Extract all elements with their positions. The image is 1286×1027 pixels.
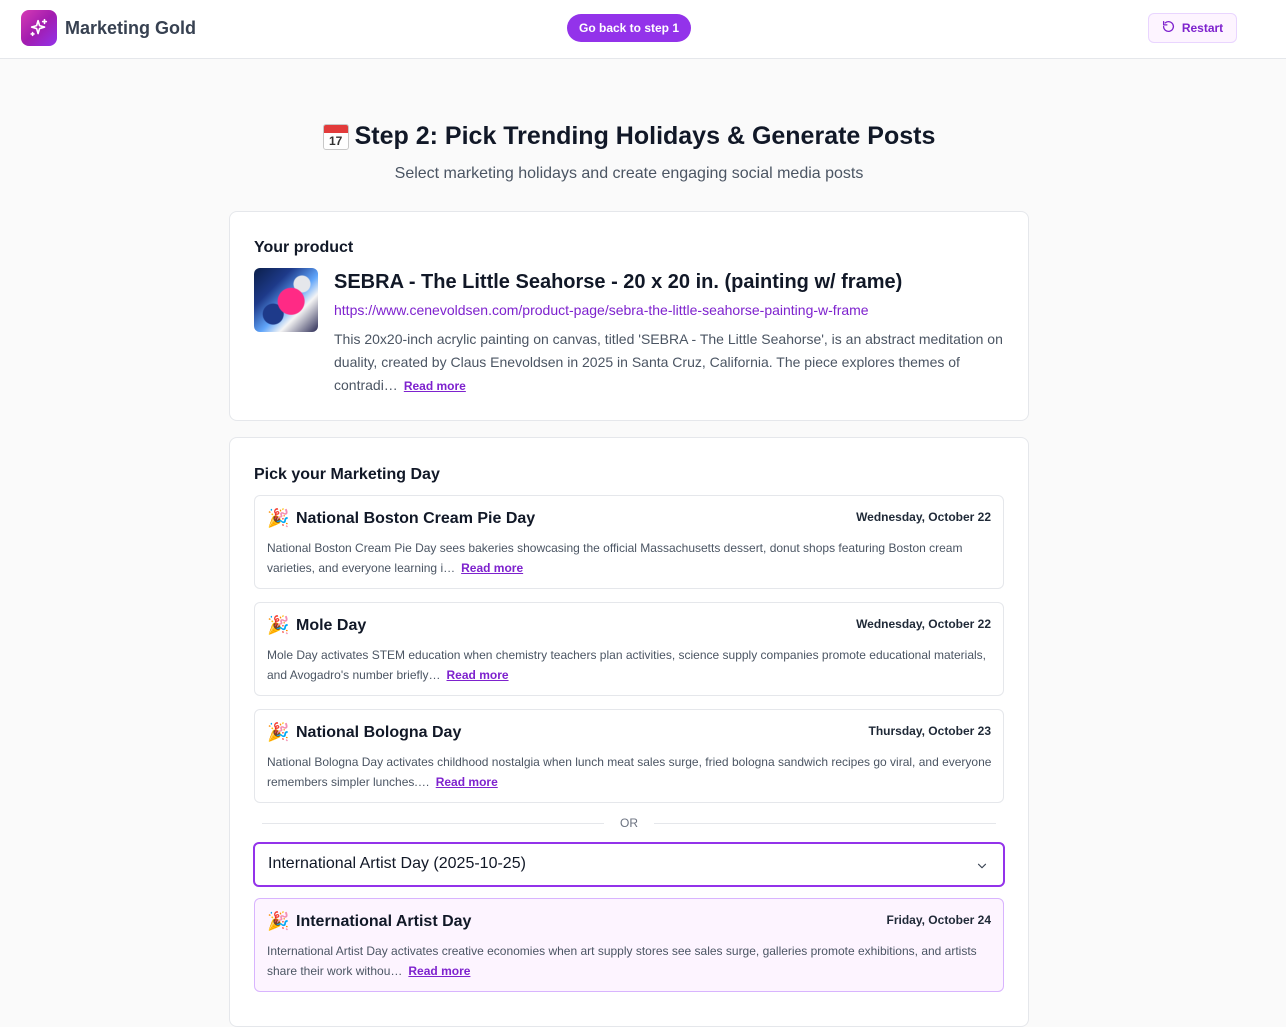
holiday-description: Mole Day activates STEM education when c…	[267, 645, 993, 685]
holiday-description-text: National Boston Cream Pie Day sees baker…	[267, 541, 963, 575]
holiday-read-more-link[interactable]: Read more	[436, 775, 498, 789]
sparkles-icon	[21, 10, 57, 46]
rotate-ccw-icon	[1162, 20, 1175, 36]
holiday-name: Mole Day	[296, 617, 367, 634]
product-read-more-link[interactable]: Read more	[404, 379, 466, 393]
page-title: 17 Step 2: Pick Trending Holidays & Gene…	[0, 122, 1258, 151]
holiday-option[interactable]: 🎉 National Boston Cream Pie Day Wednesda…	[254, 495, 1004, 589]
holiday-description: National Boston Cream Pie Day sees baker…	[267, 538, 993, 578]
holiday-date: Wednesday, October 22	[856, 617, 991, 631]
brand-name: Marketing Gold	[65, 17, 197, 38]
holiday-name: International Artist Day	[296, 913, 472, 930]
product-thumbnail	[254, 268, 318, 332]
holiday-description-text: International Artist Day activates creat…	[267, 944, 977, 978]
holiday-read-more-link[interactable]: Read more	[447, 668, 509, 682]
holiday-date: Wednesday, October 22	[856, 510, 991, 524]
holiday-option[interactable]: 🎉 National Bologna Day Thursday, October…	[254, 709, 1004, 803]
page-subtitle: Select marketing holidays and create eng…	[394, 165, 864, 182]
holiday-option[interactable]: 🎉 Mole Day Wednesday, October 22 Mole Da…	[254, 602, 1004, 696]
holidays-heading: Pick your Marketing Day	[254, 466, 440, 483]
brand[interactable]: Marketing Gold	[21, 10, 196, 46]
page-title-text: Step 2: Pick Trending Holidays & Generat…	[354, 122, 936, 150]
calendar-day: 17	[328, 133, 343, 148]
chevron-down-icon	[975, 859, 989, 878]
product-description: This 20x20-inch acrylic painting on canv…	[334, 328, 1010, 398]
or-divider: OR	[262, 816, 996, 830]
holidays-card: Pick your Marketing Day 🎉 National Bosto…	[229, 437, 1029, 1027]
holiday-description-text: Mole Day activates STEM education when c…	[267, 648, 987, 682]
restart-label: Restart	[1181, 21, 1224, 35]
holiday-description-text: National Bologna Day activates childhood…	[267, 755, 992, 789]
holiday-select-value: International Artist Day (2025-10-25)	[268, 855, 526, 872]
product-card: Your product SEBRA - The Little Seahorse…	[229, 211, 1029, 421]
holiday-read-more-link[interactable]: Read more	[461, 561, 523, 575]
holiday-select[interactable]: International Artist Day (2025-10-25)	[253, 842, 1005, 887]
restart-button[interactable]: Restart	[1148, 13, 1237, 43]
holiday-date: Thursday, October 23	[868, 724, 991, 738]
party-popper-icon: 🎉	[267, 615, 290, 635]
product-url-link[interactable]: https://www.cenevoldsen.com/product-page…	[334, 302, 869, 318]
product-title: SEBRA - The Little Seahorse - 20 x 20 in…	[334, 271, 903, 293]
product-heading: Your product	[254, 239, 354, 256]
go-back-button[interactable]: Go back to step 1	[567, 14, 691, 42]
holiday-read-more-link[interactable]: Read more	[408, 964, 470, 978]
top-bar: Marketing Gold Go back to step 1 Restart	[0, 0, 1286, 59]
selected-holiday-card[interactable]: 🎉 International Artist Day Friday, Octob…	[254, 898, 1004, 992]
calendar-icon: 17	[322, 123, 349, 150]
holiday-name: National Bologna Day	[296, 724, 462, 741]
party-popper-icon: 🎉	[267, 508, 290, 528]
holiday-description: International Artist Day activates creat…	[267, 941, 993, 981]
holiday-date: Friday, October 24	[886, 913, 991, 927]
party-popper-icon: 🎉	[267, 911, 290, 931]
holiday-name: National Boston Cream Pie Day	[296, 510, 536, 527]
party-popper-icon: 🎉	[267, 722, 290, 742]
holiday-description: National Bologna Day activates childhood…	[267, 752, 993, 792]
